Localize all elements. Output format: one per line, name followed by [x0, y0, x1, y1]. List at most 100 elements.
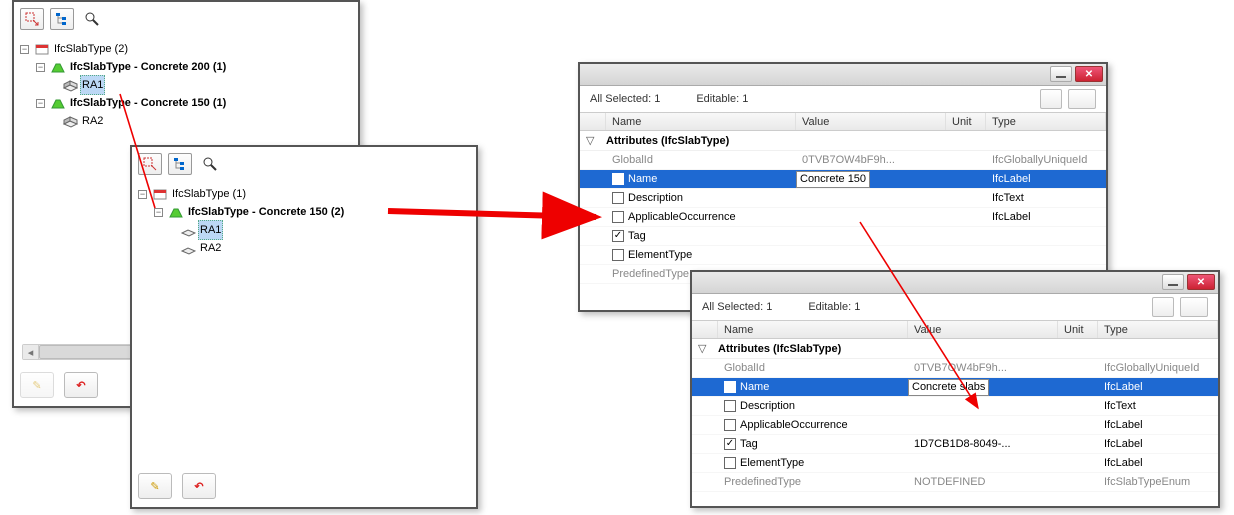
- col-type[interactable]: Type: [986, 113, 1106, 130]
- node-label[interactable]: IfcSlabType - Concrete 150 (2): [186, 203, 346, 221]
- grid-header: Name Value Unit Type: [580, 112, 1106, 131]
- checkbox[interactable]: [612, 249, 624, 261]
- node-label-selected[interactable]: RA1: [198, 220, 223, 240]
- grid-header: Name Value Unit Type: [692, 320, 1218, 339]
- tree-view-button[interactable]: [50, 8, 74, 30]
- section-title: Attributes (IfcSlabType): [718, 343, 1218, 355]
- property-row-globalid: GlobalId 0TVB7OW4bF9h... IfcGloballyUniq…: [692, 359, 1218, 378]
- checkbox[interactable]: [724, 400, 736, 412]
- layout-button[interactable]: [1152, 297, 1174, 317]
- element-icon: [62, 78, 78, 92]
- folder-icon: [152, 187, 168, 201]
- col-value[interactable]: Value: [796, 113, 946, 130]
- search-button[interactable]: [80, 8, 104, 30]
- property-row-description[interactable]: Description IfcText: [692, 397, 1218, 416]
- section-header[interactable]: ▽ Attributes (IfcSlabType): [692, 339, 1218, 359]
- type-icon: [50, 96, 66, 110]
- property-row-name-selected[interactable]: Name Concrete 150 IfcLabel: [580, 170, 1106, 189]
- checkbox[interactable]: [612, 211, 624, 223]
- window-header[interactable]: ✕: [692, 272, 1218, 294]
- toggle-expand[interactable]: −: [154, 208, 163, 217]
- element-icon: [180, 223, 196, 237]
- tree-icon: [173, 157, 187, 171]
- chevron-down-icon[interactable]: ▽: [580, 134, 606, 147]
- chevron-down-icon[interactable]: ▽: [692, 342, 718, 355]
- property-row-elementtype[interactable]: ElementType: [580, 246, 1106, 265]
- status-editable: Editable: 1: [696, 93, 748, 105]
- tree[interactable]: − IfcSlabType (2) − IfcSlabType - Concre…: [18, 38, 354, 132]
- undo-button[interactable]: ↶: [64, 372, 98, 398]
- properties-panel-2: ✕ All Selected: 1 Editable: 1 Name Value…: [690, 270, 1220, 508]
- checkbox-checked[interactable]: [612, 230, 624, 242]
- checkbox-checked[interactable]: [724, 438, 736, 450]
- edit-button[interactable]: ✎: [138, 473, 172, 499]
- name-cell[interactable]: Name: [606, 170, 796, 189]
- property-row-globalid: GlobalId 0TVB7OW4bF9h... IfcGloballyUniq…: [580, 151, 1106, 170]
- minimize-button[interactable]: [1050, 66, 1072, 82]
- col-value[interactable]: Value: [908, 321, 1058, 338]
- folder-icon: [34, 42, 50, 56]
- footer-toolbar: ✎ ↶: [138, 471, 470, 501]
- layout-button[interactable]: [1040, 89, 1062, 109]
- status-editable: Editable: 1: [808, 301, 860, 313]
- search-button[interactable]: [198, 153, 222, 175]
- search-icon: [203, 157, 217, 171]
- node-label[interactable]: IfcSlabType (2): [52, 40, 130, 58]
- toolbar: [14, 2, 358, 36]
- toolbar: [132, 147, 476, 181]
- toggle-expand[interactable]: −: [138, 190, 147, 199]
- node-label[interactable]: RA2: [80, 112, 105, 130]
- checkbox-checked[interactable]: [724, 381, 736, 393]
- property-row-applicable[interactable]: ApplicableOccurrence IfcLabel: [692, 416, 1218, 435]
- col-unit[interactable]: Unit: [1058, 321, 1098, 338]
- name-value-input[interactable]: Concrete slabs: [908, 379, 989, 396]
- toggle-expand[interactable]: −: [36, 99, 45, 108]
- edit-button[interactable]: ✎: [20, 372, 54, 398]
- section-title: Attributes (IfcSlabType): [606, 135, 1106, 147]
- col-name[interactable]: Name: [606, 113, 796, 130]
- close-button[interactable]: ✕: [1075, 66, 1103, 82]
- property-row-tag[interactable]: Tag 1D7CB1D8-8049-...IfcLabel: [692, 435, 1218, 454]
- tree-icon: [55, 12, 69, 26]
- col-name[interactable]: Name: [718, 321, 908, 338]
- status-selected: All Selected: 1: [590, 93, 660, 105]
- type-icon: [50, 60, 66, 74]
- node-label[interactable]: IfcSlabType (1): [170, 185, 248, 203]
- col-type[interactable]: Type: [1098, 321, 1218, 338]
- name-value-input[interactable]: Concrete 150: [796, 171, 870, 188]
- search-icon: [85, 12, 99, 26]
- window-header[interactable]: ✕: [580, 64, 1106, 86]
- tree[interactable]: − IfcSlabType (1) − IfcSlabType - Concre…: [136, 183, 472, 259]
- property-row-name-selected[interactable]: Name Concrete slabs IfcLabel: [692, 378, 1218, 397]
- select-tool-button[interactable]: [20, 8, 44, 30]
- checkbox[interactable]: [612, 192, 624, 204]
- col-unit[interactable]: Unit: [946, 113, 986, 130]
- minimize-button[interactable]: [1162, 274, 1184, 290]
- select-icon: [143, 157, 157, 171]
- property-row-applicable[interactable]: ApplicableOccurrence IfcLabel: [580, 208, 1106, 227]
- node-label[interactable]: RA2: [198, 239, 223, 257]
- toggle-expand[interactable]: −: [36, 63, 45, 72]
- node-label[interactable]: IfcSlabType - Concrete 200 (1): [68, 58, 228, 76]
- options-button[interactable]: [1180, 297, 1208, 317]
- options-button[interactable]: [1068, 89, 1096, 109]
- status-row: All Selected: 1 Editable: 1: [580, 86, 1106, 112]
- select-tool-button[interactable]: [138, 153, 162, 175]
- undo-button[interactable]: ↶: [182, 473, 216, 499]
- tree-view-button[interactable]: [168, 153, 192, 175]
- element-icon: [180, 241, 196, 255]
- section-header[interactable]: ▽ Attributes (IfcSlabType): [580, 131, 1106, 151]
- node-label[interactable]: IfcSlabType - Concrete 150 (1): [68, 94, 228, 112]
- property-row-tag[interactable]: Tag: [580, 227, 1106, 246]
- element-icon: [62, 114, 78, 128]
- property-row-elementtype[interactable]: ElementType IfcLabel: [692, 454, 1218, 473]
- checkbox[interactable]: [724, 419, 736, 431]
- checkbox[interactable]: [724, 457, 736, 469]
- checkbox-checked[interactable]: [612, 173, 624, 185]
- node-label-selected[interactable]: RA1: [80, 75, 105, 95]
- close-button[interactable]: ✕: [1187, 274, 1215, 290]
- status-selected: All Selected: 1: [702, 301, 772, 313]
- toggle-expand[interactable]: −: [20, 45, 29, 54]
- select-icon: [25, 12, 39, 26]
- property-row-description[interactable]: Description IfcText: [580, 189, 1106, 208]
